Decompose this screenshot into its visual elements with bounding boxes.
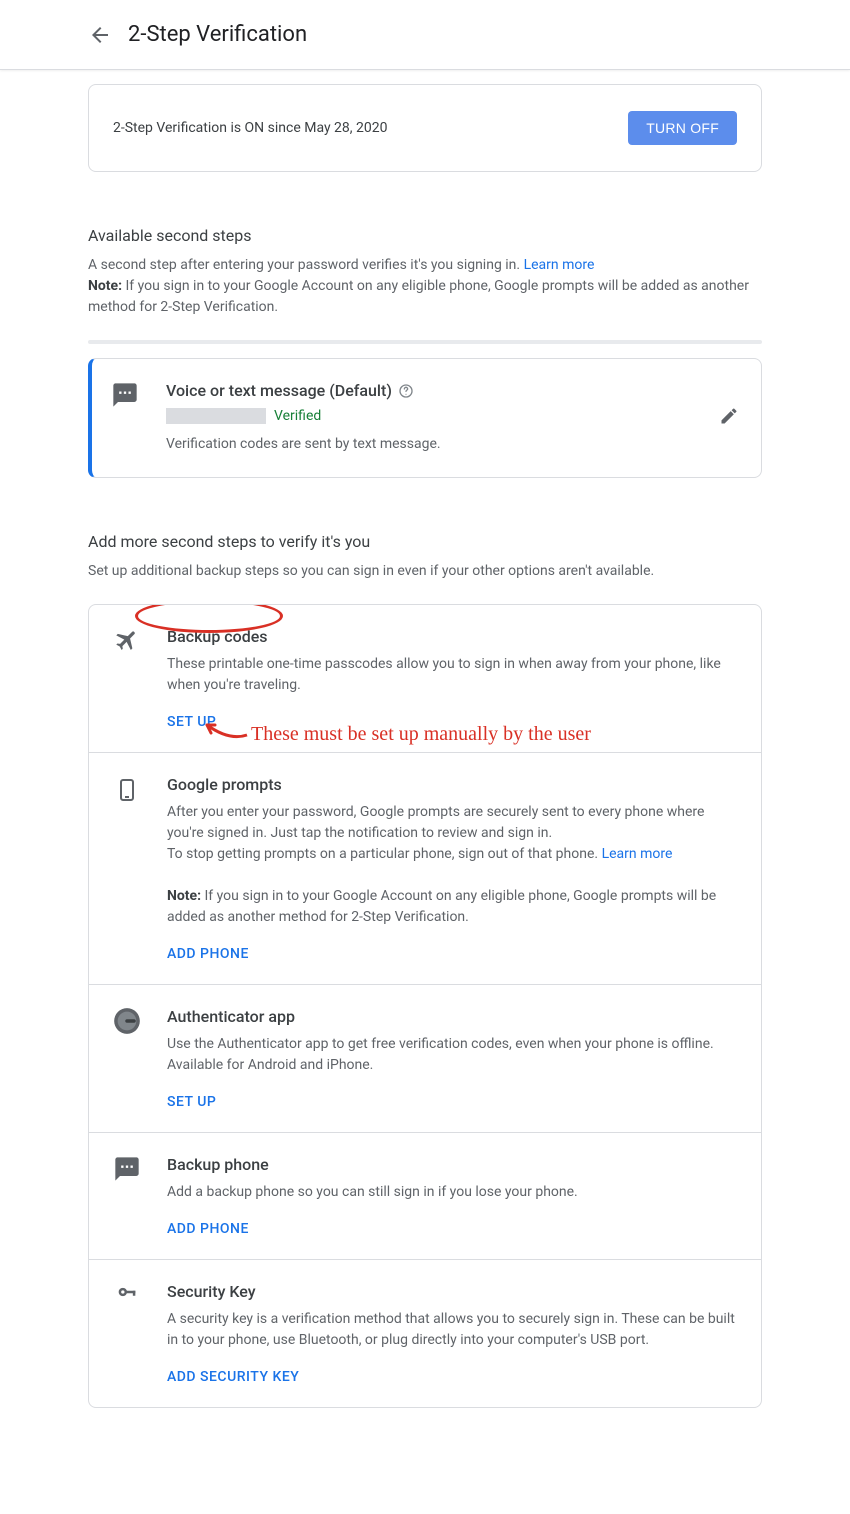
google-prompts-learn-more-link[interactable]: Learn more — [602, 846, 673, 862]
security-key-add-link[interactable]: ADD SECURITY KEY — [167, 1369, 299, 1385]
google-prompts-note-text: If you sign in to your Google Account on… — [167, 888, 716, 925]
backup-codes-title: Backup codes — [167, 627, 739, 646]
default-method-title-text: Voice or text message (Default) — [166, 381, 392, 400]
page-title: 2-Step Verification — [128, 22, 307, 47]
phone-icon — [111, 775, 143, 962]
available-heading: Available second steps — [88, 226, 762, 245]
default-method-card: Voice or text message (Default) Verified… — [88, 358, 762, 478]
available-desc-text: A second step after entering your passwo… — [88, 257, 524, 273]
authenticator-title: Authenticator app — [167, 1007, 739, 1026]
google-prompts-note-label: Note: — [167, 888, 201, 904]
available-learn-more-link[interactable]: Learn more — [524, 257, 595, 273]
sms-icon-2 — [111, 1155, 143, 1237]
methods-list: Backup codes These printable one-time pa… — [88, 604, 762, 1408]
phone-number-redacted — [166, 408, 266, 424]
available-description: A second step after entering your passwo… — [88, 255, 762, 318]
security-key-title: Security Key — [167, 1282, 739, 1301]
google-prompts-desc: After you enter your password, Google pr… — [167, 802, 739, 928]
more-heading: Add more second steps to verify it's you — [88, 532, 762, 551]
google-prompts-title: Google prompts — [167, 775, 739, 794]
turn-off-button[interactable]: TURN OFF — [628, 111, 737, 145]
backup-phone-desc: Add a backup phone so you can still sign… — [167, 1182, 739, 1203]
help-icon[interactable] — [398, 383, 414, 399]
backup-codes-desc: These printable one-time passcodes allow… — [167, 654, 739, 696]
more-desc: Set up additional backup steps so you ca… — [88, 561, 762, 582]
default-method-desc: Verification codes are sent by text mess… — [166, 434, 719, 455]
default-method-title: Voice or text message (Default) — [166, 381, 719, 400]
divider — [88, 340, 762, 344]
available-note-text: If you sign in to your Google Account on… — [88, 278, 749, 315]
google-prompts-add-phone-link[interactable]: ADD PHONE — [167, 946, 249, 962]
sms-icon — [110, 381, 140, 455]
page-header: 2-Step Verification — [0, 0, 850, 70]
backup-codes-setup-link[interactable]: SET UP — [167, 714, 216, 730]
airplane-icon — [111, 627, 143, 730]
method-authenticator: Authenticator app Use the Authenticator … — [89, 984, 761, 1132]
edit-icon[interactable] — [719, 406, 739, 430]
verified-label: Verified — [274, 408, 321, 424]
authenticator-setup-link[interactable]: SET UP — [167, 1094, 216, 1110]
status-text: 2-Step Verification is ON since May 28, … — [113, 120, 388, 136]
method-google-prompts: Google prompts After you enter your pass… — [89, 752, 761, 984]
available-note-label: Note: — [88, 278, 122, 294]
method-backup-phone: Backup phone Add a backup phone so you c… — [89, 1132, 761, 1259]
key-icon — [111, 1282, 143, 1385]
google-prompts-desc2: To stop getting prompts on a particular … — [167, 846, 602, 862]
method-backup-codes: Backup codes These printable one-time pa… — [89, 605, 761, 752]
security-key-desc: A security key is a verification method … — [167, 1309, 739, 1351]
backup-phone-title: Backup phone — [167, 1155, 739, 1174]
method-security-key: Security Key A security key is a verific… — [89, 1259, 761, 1407]
back-arrow-icon[interactable] — [88, 23, 112, 47]
google-prompts-desc1: After you enter your password, Google pr… — [167, 804, 704, 841]
status-card: 2-Step Verification is ON since May 28, … — [88, 84, 762, 172]
authenticator-desc: Use the Authenticator app to get free ve… — [167, 1034, 739, 1076]
backup-phone-add-link[interactable]: ADD PHONE — [167, 1221, 249, 1237]
authenticator-icon — [111, 1007, 143, 1110]
